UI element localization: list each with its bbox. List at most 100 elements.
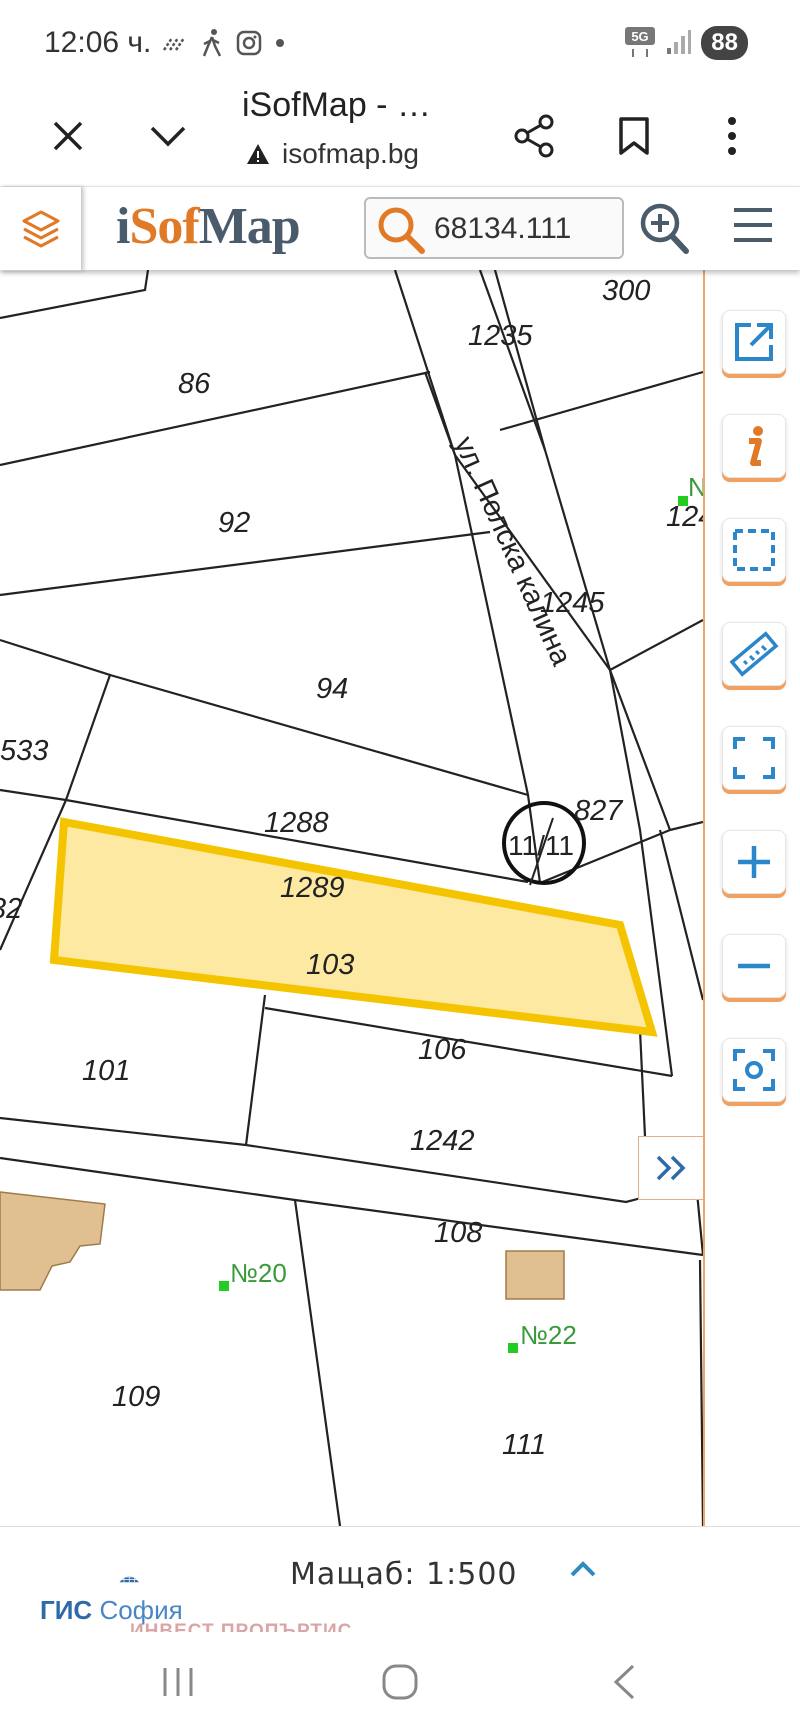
app-header: iSofMap	[0, 186, 800, 271]
layers-button[interactable]	[0, 187, 82, 271]
recent-apps-button[interactable]	[138, 1652, 218, 1712]
svg-text:5G: 5G	[632, 29, 649, 44]
search-input[interactable]	[434, 209, 614, 249]
chevron-up-icon	[570, 1561, 596, 1577]
more-options-button[interactable]	[702, 106, 762, 166]
home-button[interactable]	[360, 1652, 440, 1712]
building	[0, 1191, 106, 1291]
logo-prefix: i	[116, 198, 130, 255]
layers-icon	[22, 210, 59, 248]
parcel-label: 106	[418, 1034, 467, 1066]
browser-toolbar: iSofMap - … isofmap.bg	[0, 86, 800, 186]
browser-url-bar[interactable]: isofmap.bg	[246, 138, 419, 170]
system-nav-bar	[0, 1632, 800, 1732]
parcel-label: 92	[218, 507, 250, 539]
expand-panel-button[interactable]	[638, 1136, 703, 1200]
parcel-label: 1235	[468, 320, 533, 352]
isofmap-logo[interactable]: iSofMap	[116, 197, 301, 256]
parcel-label: 300	[602, 275, 650, 307]
share-button[interactable]	[504, 106, 564, 166]
zoom-to-result-button[interactable]	[636, 199, 692, 262]
browser-page-title: iSofMap - …	[242, 86, 431, 124]
share-icon	[514, 114, 554, 158]
info-button[interactable]	[722, 414, 786, 478]
select-area-icon	[733, 529, 775, 571]
map-canvas[interactable]: 300 1235 86 92 1245 94 533 1288 827 1289…	[0, 270, 703, 1526]
address-label: №20	[230, 1258, 287, 1288]
parcel-label: 86	[178, 368, 211, 400]
parcel-label: 32	[0, 893, 22, 925]
fullscreen-button[interactable]	[722, 726, 786, 790]
gis-bold: ГИС	[40, 1595, 93, 1625]
collapse-button[interactable]	[138, 106, 198, 166]
locate-icon	[733, 1049, 775, 1091]
logo-highlight: Sof	[129, 198, 199, 255]
map-toolbar	[703, 270, 800, 1526]
parcel-label: 109	[112, 1381, 160, 1413]
parcel-label: 101	[82, 1055, 130, 1087]
gis-sofia-logo-icon	[119, 1571, 139, 1583]
parcel-label: 94	[316, 673, 348, 705]
menu-button[interactable]	[732, 205, 774, 250]
hamburger-menu-icon	[734, 208, 772, 242]
bookmark-button[interactable]	[604, 106, 664, 166]
open-external-button[interactable]	[722, 310, 786, 374]
scale-toggle-button[interactable]	[568, 1557, 598, 1586]
home-icon	[382, 1664, 418, 1700]
parcel-label-circled: 11/11	[508, 830, 574, 861]
building	[505, 1250, 565, 1300]
cell-signal-icon	[667, 30, 692, 54]
search-box	[364, 197, 624, 259]
recent-apps-icon	[163, 1668, 193, 1696]
network-5g-icon: 5G	[625, 27, 656, 57]
measure-button[interactable]	[722, 622, 786, 686]
parcel-label: 1288	[264, 807, 329, 839]
back-icon	[613, 1664, 635, 1700]
bookmark-icon	[619, 117, 649, 155]
parcel-label: 111	[502, 1429, 546, 1461]
status-notification-icons	[162, 28, 286, 58]
back-button[interactable]	[584, 1652, 664, 1712]
cadastral-map[interactable]: 300 1235 86 92 1245 94 533 1288 827 1289…	[0, 270, 703, 1526]
zoom-in-icon	[738, 846, 770, 878]
external-link-icon	[735, 323, 773, 361]
map-footer: ГИС София Мащаб: 1:500 ИНВЕСТ ПРОПЪРТИС	[0, 1526, 800, 1642]
parcel-label: 533	[0, 735, 48, 767]
status-system-icons: 5G 88	[625, 26, 748, 60]
address-marker	[219, 1281, 229, 1291]
parcel-label: 124	[666, 501, 703, 533]
chevron-double-right-icon	[656, 1155, 685, 1181]
scale-label: Мащаб: 1:500	[290, 1557, 518, 1592]
address-label: N	[688, 472, 703, 502]
status-bar: 12:06 ч. 5G 88	[0, 0, 800, 86]
parcel-label: 827	[574, 795, 624, 827]
street-label: ул. Полска калина	[448, 432, 578, 671]
zoom-search-icon	[640, 203, 689, 254]
battery-badge: 88	[701, 26, 748, 60]
parcel-label: 108	[434, 1217, 482, 1249]
close-tab-button[interactable]	[38, 106, 98, 166]
instagram-icon	[236, 30, 262, 56]
walking-icon	[202, 29, 222, 57]
zoom-in-button[interactable]	[722, 830, 786, 894]
status-time: 12:06 ч.	[44, 26, 152, 59]
close-icon	[53, 121, 83, 151]
select-area-button[interactable]	[722, 518, 786, 582]
signal-waves-icon	[162, 37, 186, 51]
parcel-label: 1289	[280, 872, 345, 904]
logo-suffix: Map	[198, 198, 301, 255]
chevron-down-icon	[150, 126, 186, 147]
zoom-out-button[interactable]	[722, 934, 786, 998]
parcel-label: 103	[306, 949, 354, 981]
parcel-label: 1242	[410, 1125, 475, 1157]
ruler-icon	[729, 631, 779, 677]
fullscreen-icon	[733, 737, 775, 779]
info-icon	[749, 426, 763, 466]
locate-button[interactable]	[722, 1038, 786, 1102]
warning-icon	[247, 144, 269, 164]
search-icon[interactable]	[374, 203, 428, 262]
dot-icon	[276, 39, 284, 47]
address-label: №22	[520, 1320, 577, 1350]
address-marker	[508, 1343, 518, 1353]
more-vertical-icon	[728, 117, 736, 155]
